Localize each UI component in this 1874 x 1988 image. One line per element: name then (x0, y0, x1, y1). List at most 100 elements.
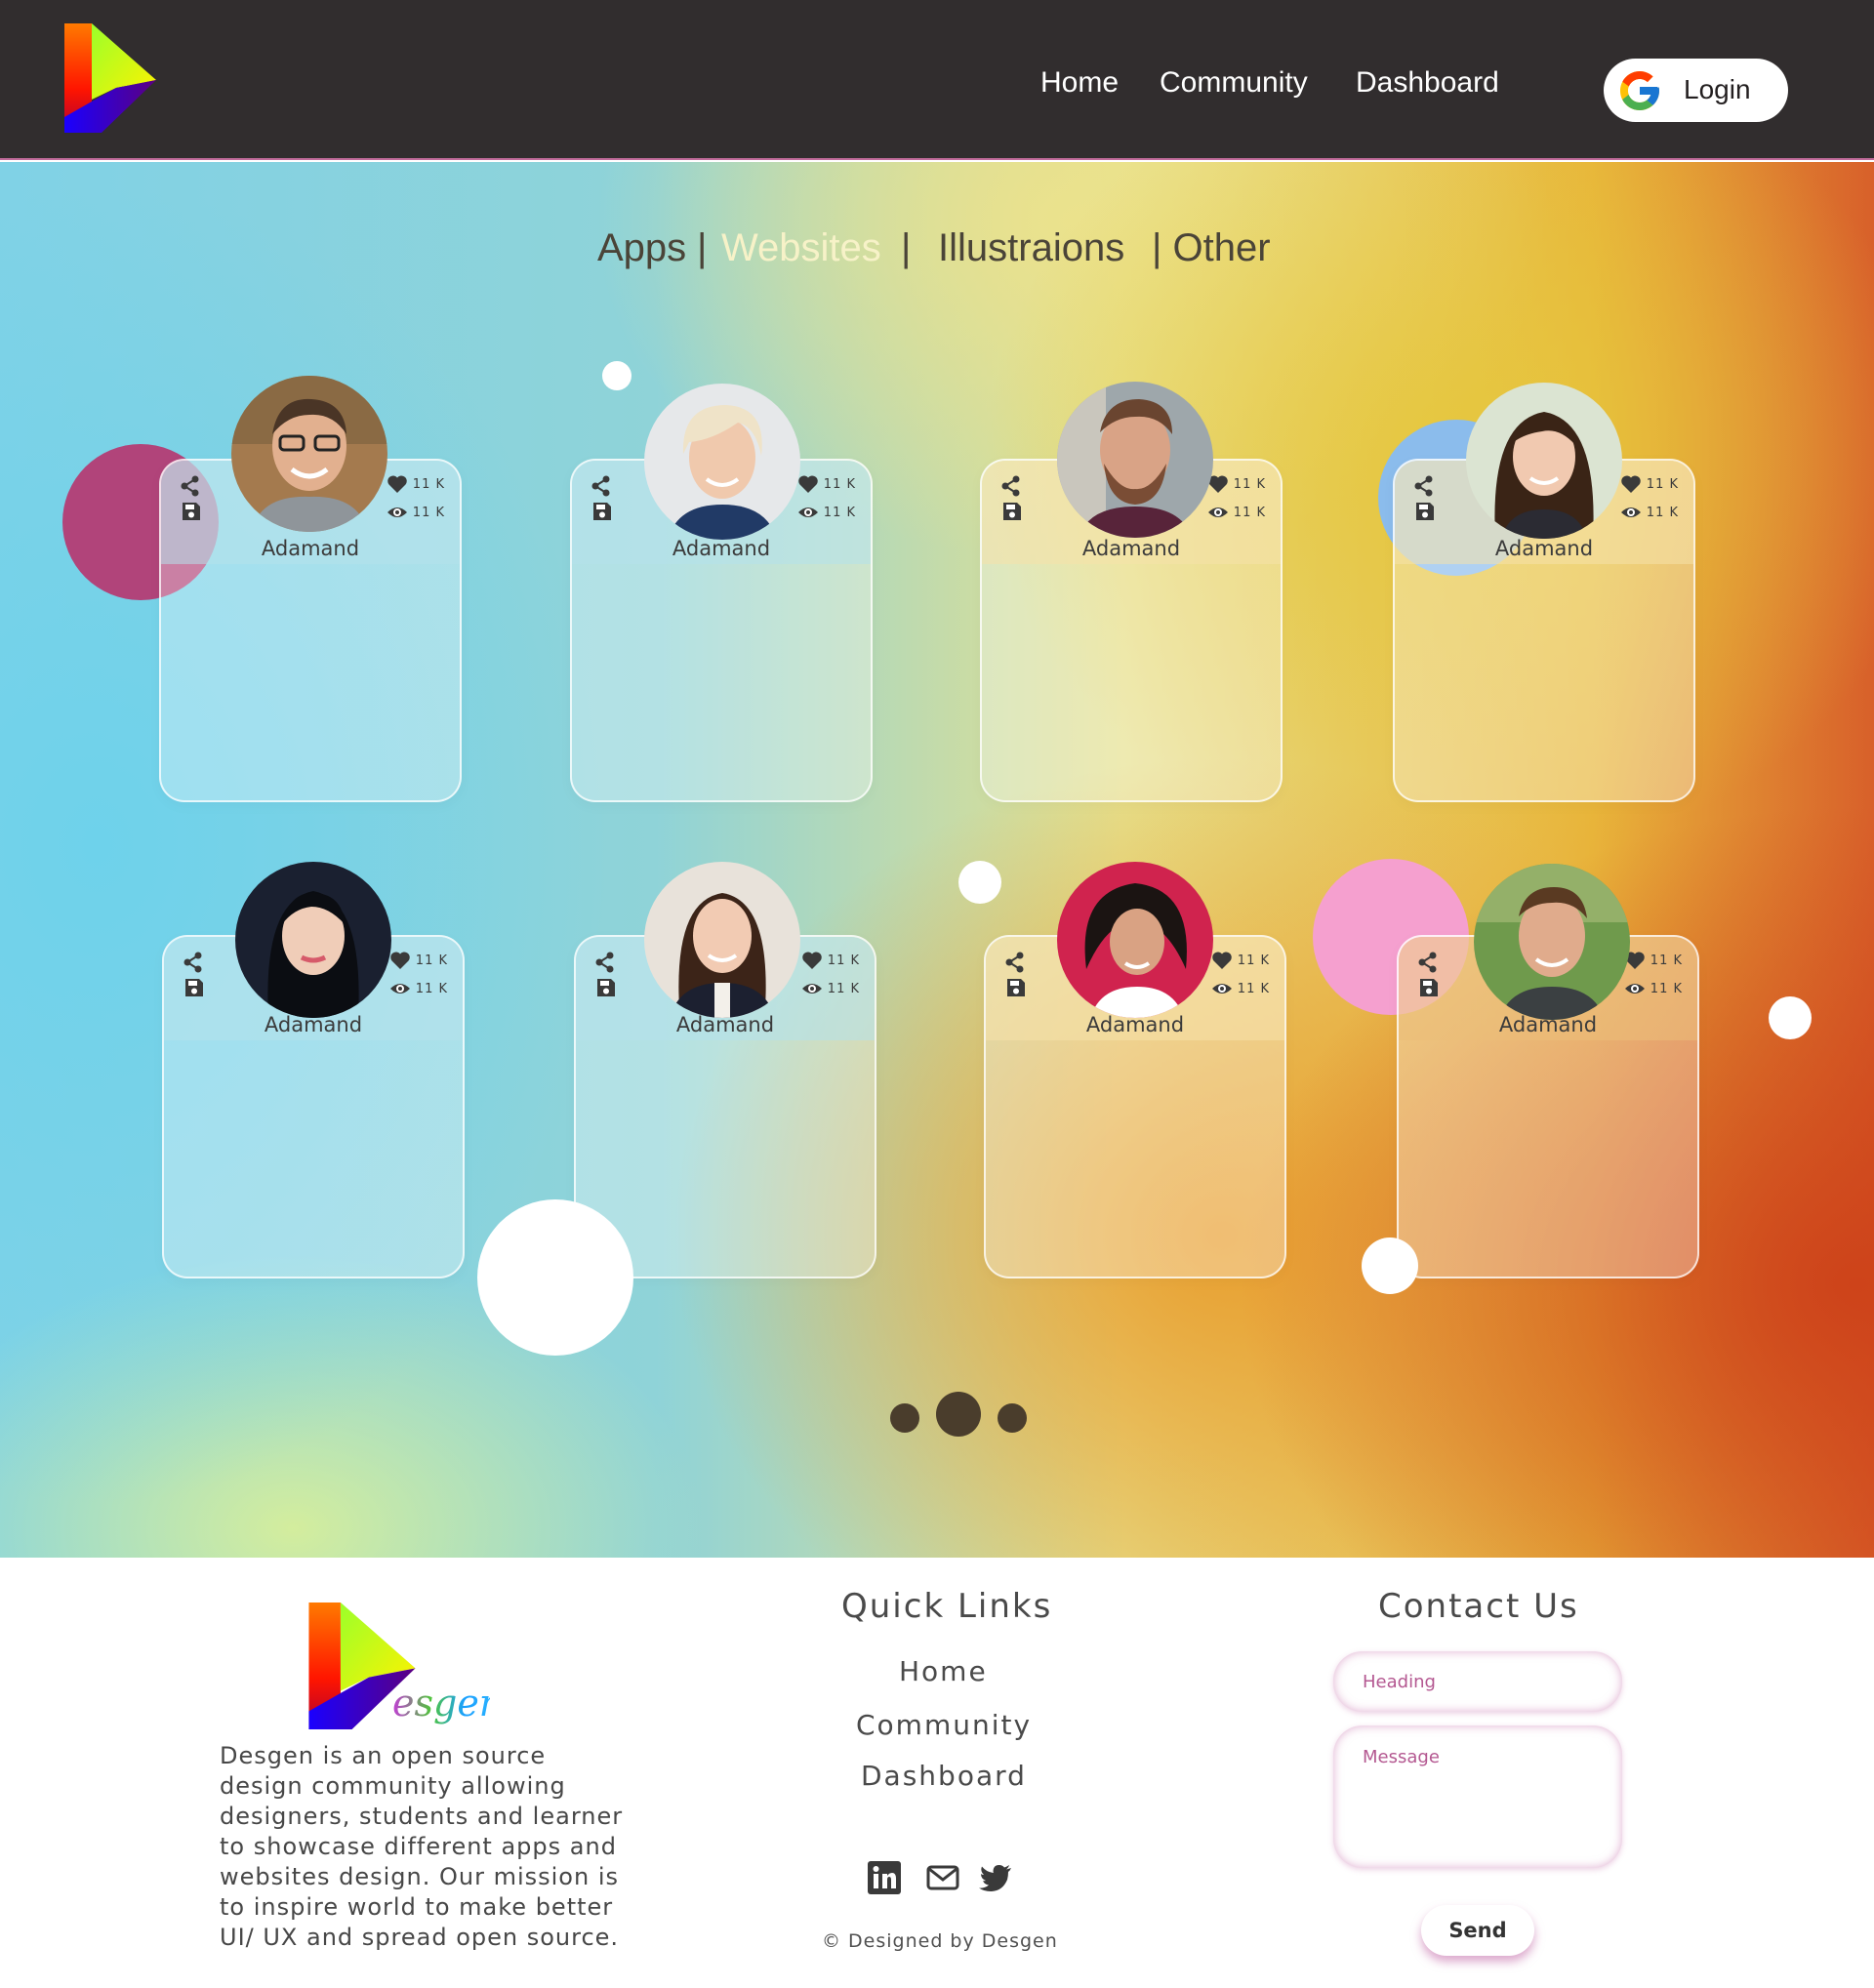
views-stat: 11 K (387, 503, 445, 522)
eye-icon (387, 507, 407, 517)
views-count: 11 K (1233, 505, 1266, 520)
save-icon[interactable] (1002, 502, 1022, 521)
heart-icon[interactable] (801, 951, 823, 970)
likes-stat: 11 K (1624, 951, 1683, 970)
likes-stat: 11 K (387, 474, 445, 494)
category-filter-bar: Apps | Websites | Illustraions | Other (0, 226, 1874, 285)
brand-wordmark-gradient: esgen (392, 1682, 503, 1724)
views-stat: 11 K (1211, 979, 1270, 998)
likes-stat: 11 K (797, 474, 856, 494)
nav-dashboard[interactable]: Dashboard (1356, 66, 1499, 100)
views-stat: 11 K (801, 979, 860, 998)
heart-icon[interactable] (1620, 474, 1642, 494)
eye-icon (797, 507, 818, 517)
share-icon[interactable] (183, 952, 203, 973)
share-icon[interactable] (595, 952, 615, 973)
heart-icon[interactable] (797, 474, 819, 494)
heart-icon[interactable] (387, 474, 408, 494)
filter-illustrations[interactable]: Illustraions (938, 226, 1124, 270)
heart-icon[interactable] (389, 951, 411, 970)
pagination-dot[interactable] (890, 1403, 919, 1433)
author-avatar[interactable] (1057, 382, 1213, 538)
showcase-section: Apps | Websites | Illustraions | Other 1… (0, 162, 1874, 1558)
author-avatar[interactable] (1057, 862, 1213, 1018)
footer-link-community[interactable]: Community (856, 1709, 1032, 1741)
views-count: 11 K (1650, 981, 1683, 996)
filter-separator: | (697, 226, 708, 269)
decor-circle (1362, 1237, 1418, 1294)
heading-input[interactable] (1333, 1651, 1622, 1712)
heart-icon[interactable] (1211, 951, 1233, 970)
save-icon[interactable] (592, 502, 612, 521)
mail-icon[interactable] (925, 1860, 960, 1895)
save-icon[interactable] (184, 978, 204, 997)
eye-icon (801, 984, 822, 994)
nav-community[interactable]: Community (1160, 66, 1308, 100)
likes-stat: 11 K (1211, 951, 1270, 970)
decor-circle (1769, 996, 1812, 1039)
likes-stat: 11 K (1620, 474, 1679, 494)
likes-count: 11 K (1650, 953, 1683, 968)
copyright-text: © Designed by Desgen (822, 1930, 1058, 1952)
views-stat: 11 K (797, 503, 856, 522)
views-stat: 11 K (1620, 503, 1679, 522)
likes-count: 11 K (412, 476, 445, 492)
views-count: 11 K (827, 981, 860, 996)
eye-icon (1207, 507, 1228, 517)
likes-stat: 11 K (801, 951, 860, 970)
author-name: Adamand (1081, 537, 1181, 560)
about-text: Desgen is an open source design communit… (220, 1742, 624, 1951)
author-avatar[interactable] (235, 862, 391, 1018)
footer-link-home[interactable]: Home (899, 1655, 988, 1687)
likes-count: 11 K (827, 953, 860, 968)
author-avatar[interactable] (1474, 864, 1630, 1020)
likes-count: 11 K (823, 476, 856, 492)
google-icon (1620, 71, 1659, 110)
filter-apps[interactable]: Apps (597, 226, 686, 270)
share-icon[interactable] (1418, 952, 1438, 973)
views-stat: 11 K (1207, 503, 1266, 522)
save-icon[interactable] (182, 502, 201, 521)
views-stat: 11 K (1624, 979, 1683, 998)
pagination-dot-active[interactable] (936, 1392, 981, 1437)
share-icon[interactable] (1001, 475, 1021, 497)
likes-count: 11 K (1233, 476, 1266, 492)
nav-home[interactable]: Home (1040, 66, 1119, 100)
author-avatar[interactable] (231, 376, 387, 532)
author-avatar[interactable] (644, 862, 800, 1018)
pagination-dot[interactable] (998, 1403, 1027, 1433)
footer-link-dashboard[interactable]: Dashboard (861, 1760, 1027, 1792)
share-icon[interactable] (1414, 475, 1434, 497)
twitter-icon[interactable] (978, 1860, 1013, 1895)
send-button[interactable]: Send (1421, 1905, 1534, 1956)
google-login-button[interactable]: Login (1604, 59, 1788, 122)
eye-icon (1620, 507, 1641, 517)
decor-circle (602, 361, 631, 390)
save-icon[interactable] (596, 978, 616, 997)
top-navbar: Home Community Dashboard Login (0, 0, 1874, 160)
save-icon[interactable] (1415, 502, 1435, 521)
views-count: 11 K (1646, 505, 1679, 520)
share-icon[interactable] (591, 475, 611, 497)
author-avatar[interactable] (644, 384, 800, 540)
eye-icon (1211, 984, 1232, 994)
views-count: 11 K (823, 505, 856, 520)
save-icon[interactable] (1006, 978, 1026, 997)
filter-separator: | (901, 226, 912, 269)
svg-text:esgen: esgen (392, 1682, 490, 1724)
share-icon[interactable] (1005, 952, 1025, 973)
views-count: 11 K (412, 505, 445, 520)
author-avatar[interactable] (1466, 383, 1622, 539)
save-icon[interactable] (1419, 978, 1439, 997)
filter-other[interactable]: | Other (1152, 226, 1271, 270)
likes-count: 11 K (1237, 953, 1270, 968)
likes-count: 11 K (1646, 476, 1679, 492)
message-textarea[interactable] (1333, 1725, 1622, 1868)
carousel-pagination (890, 1392, 1029, 1439)
site-footer: esgen Desgen is an open source design co… (0, 1558, 1874, 1988)
filter-websites[interactable]: Websites (721, 226, 881, 270)
main-nav: Home Community Dashboard (0, 66, 1874, 115)
author-name: Adamand (672, 537, 771, 560)
share-icon[interactable] (181, 475, 200, 497)
linkedin-icon[interactable] (867, 1860, 902, 1895)
